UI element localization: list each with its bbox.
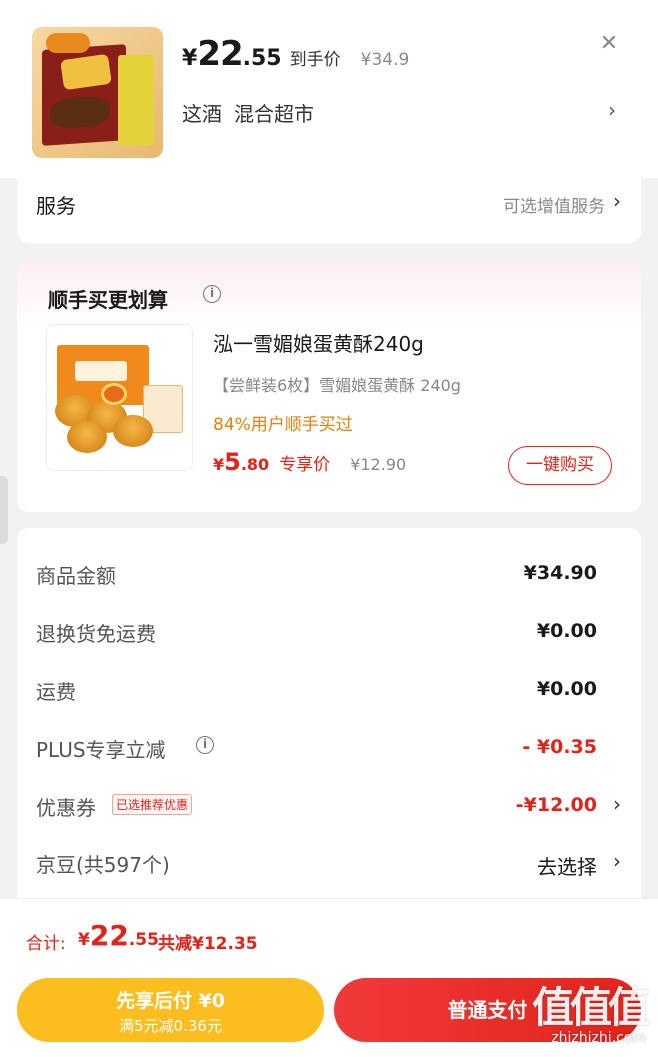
- total-currency: ¥: [78, 930, 90, 950]
- total-price: ¥ 22 .55: [78, 919, 159, 952]
- chevron-right-icon[interactable]: ›: [608, 98, 616, 122]
- bundle-price-integer: 5: [224, 448, 241, 476]
- total-integer: 22: [89, 919, 129, 952]
- bundle-popularity: 84%用户顺手买过: [213, 415, 353, 435]
- summary-label: 运费: [36, 680, 76, 704]
- chevron-right-icon: ›: [613, 849, 621, 873]
- summary-value: ¥34.90: [523, 562, 597, 584]
- coupon-badge: 已选推荐优惠: [112, 794, 193, 815]
- price-tag: 到手价: [289, 50, 341, 70]
- watermark-logo: 值值值: [531, 983, 650, 1032]
- yolk-art: [101, 383, 127, 405]
- bundle-price-decimal: .80: [240, 455, 270, 474]
- service-label: 服务: [36, 194, 76, 218]
- bundle-product-image[interactable]: [46, 324, 193, 471]
- price-currency: ¥: [182, 46, 198, 71]
- info-icon[interactable]: i: [196, 736, 214, 754]
- spec-selector[interactable]: 这酒 混合超市: [182, 98, 314, 127]
- summary-value: - ¥0.35: [522, 736, 597, 758]
- bundle-product-name[interactable]: 泓一雪媚娘蛋黄酥240g: [213, 328, 424, 357]
- pay-later-subtitle: 满5元减0.36元: [119, 1017, 222, 1035]
- summary-row-plus-discount: PLUS专享立减 i - ¥0.35: [36, 734, 621, 764]
- summary-row-goods: 商品金额 ¥34.90: [36, 560, 621, 590]
- product-price: ¥ 22 .55 到手价 ¥34.9: [182, 34, 409, 74]
- close-icon[interactable]: ✕: [597, 32, 621, 56]
- bundle-card: 顺手买更划算 i 泓一雪媚娘蛋黄酥240g 【尝鲜装6枚】雪媚娘蛋黄酥 240g…: [17, 260, 641, 512]
- bundle-price-tag: 专享价: [279, 455, 331, 475]
- spec-value-1: 这酒: [182, 102, 222, 126]
- brand-logo: [46, 33, 90, 53]
- bundle-product-spec: 【尝鲜装6枚】雪媚娘蛋黄酥 240g: [213, 376, 461, 395]
- summary-label: 京豆(共597个): [36, 853, 170, 877]
- product-box-side: [118, 55, 154, 145]
- one-click-buy-button[interactable]: 一键购买: [508, 446, 612, 485]
- summary-row-freight: 运费 ¥0.00: [36, 676, 621, 706]
- price-decimal: .55: [242, 46, 282, 71]
- price-integer: 22: [197, 34, 243, 74]
- spec-value-2: 混合超市: [234, 102, 314, 126]
- bundle-price: ¥ 5 .80 专享价 ¥12.90: [213, 448, 406, 476]
- chevron-right-icon: ›: [613, 189, 621, 213]
- order-summary: 商品金额 ¥34.90 退换货免运费 ¥0.00 运费 ¥0.00 PLUS专享…: [17, 528, 641, 908]
- summary-label: PLUS专享立减: [36, 738, 166, 762]
- bundle-original-price: ¥12.90: [350, 455, 407, 474]
- total-savings: 共减¥12.35: [158, 934, 258, 954]
- pastry-art: [113, 415, 153, 447]
- total-label: 合计:: [26, 934, 66, 954]
- summary-label: 退换货免运费: [36, 622, 156, 646]
- original-price: ¥34.9: [360, 50, 410, 70]
- product-image[interactable]: [32, 27, 163, 158]
- watermark-url: zhizhizhi.com: [551, 1030, 646, 1046]
- side-drawer-handle[interactable]: [0, 476, 8, 544]
- summary-row-return-shipping: 退换货免运费 ¥0.00: [36, 618, 621, 648]
- pay-later-title: 先享后付 ¥0: [115, 990, 226, 1012]
- info-icon[interactable]: i: [203, 285, 221, 303]
- bundle-title: 顺手买更划算: [48, 288, 168, 312]
- summary-value: -¥12.00: [515, 794, 597, 816]
- summary-value: ¥0.00: [536, 678, 597, 700]
- pastry-art: [67, 421, 107, 453]
- summary-value: ¥0.00: [536, 620, 597, 642]
- total-bar: 合计: ¥ 22 .55 共减¥12.35: [0, 898, 658, 970]
- service-row[interactable]: 服务 可选增值服务 ›: [17, 178, 641, 243]
- summary-row-coupon[interactable]: 优惠券 已选推荐优惠 -¥12.00 ›: [36, 792, 621, 822]
- total-decimal: .55: [128, 930, 159, 950]
- product-header: ¥ 22 .55 到手价 ¥34.9 ✕ 这酒 混合超市 ›: [0, 0, 658, 178]
- bundle-price-currency: ¥: [213, 455, 225, 474]
- watermark: 值值值 zhizhizhi.com: [500, 972, 656, 1054]
- summary-label: 商品金额: [36, 564, 116, 588]
- summary-row-jingdou[interactable]: 京豆(共597个) 去选择 ›: [36, 849, 621, 879]
- service-hint: 可选增值服务: [503, 197, 605, 217]
- chevron-right-icon: ›: [613, 792, 621, 816]
- summary-label: 优惠券: [36, 796, 96, 820]
- pay-later-button[interactable]: 先享后付 ¥0 满5元减0.36元: [17, 978, 324, 1042]
- summary-value: 去选择: [537, 855, 597, 879]
